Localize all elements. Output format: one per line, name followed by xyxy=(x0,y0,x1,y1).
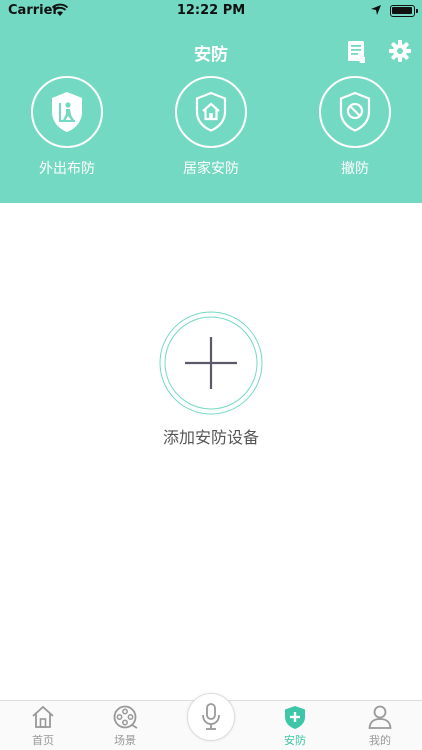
tab-security-label: 安防 xyxy=(284,734,306,747)
tab-scene-label: 场景 xyxy=(114,734,136,747)
mode-disarm-label: 撤防 xyxy=(341,161,369,177)
shield-home-icon xyxy=(195,91,227,132)
mode-disarm-circle[interactable] xyxy=(319,76,391,148)
mode-disarm[interactable]: 撤防 xyxy=(315,76,395,178)
log-document-icon[interactable] xyxy=(346,40,368,64)
tab-home-label: 首页 xyxy=(32,734,54,747)
mode-home-circle[interactable] xyxy=(175,76,247,148)
header: Carrier 12:22 PM 安防 外出布防 居家安防 撤防 xyxy=(0,0,422,203)
tab-mine[interactable]: 我的 xyxy=(345,704,415,748)
voice-button[interactable] xyxy=(187,693,235,741)
shield-person-icon xyxy=(52,92,82,132)
tab-security[interactable]: 安防 xyxy=(260,704,330,748)
microphone-icon xyxy=(202,703,220,730)
settings-gear-icon[interactable] xyxy=(388,39,412,63)
add-device-label: 添加安防设备 xyxy=(162,428,259,447)
user-icon xyxy=(368,705,392,729)
mode-away-circle[interactable] xyxy=(31,76,103,148)
mode-home-security[interactable]: 居家安防 xyxy=(171,76,251,178)
battery-icon xyxy=(390,5,418,17)
mode-home-label: 居家安防 xyxy=(183,161,239,177)
tab-home[interactable]: 首页 xyxy=(8,704,78,748)
status-bar: Carrier 12:22 PM xyxy=(0,0,422,22)
shield-plus-icon xyxy=(285,706,305,729)
tab-mine-label: 我的 xyxy=(369,734,391,747)
add-device-button[interactable] xyxy=(158,310,264,416)
status-time: 12:22 PM xyxy=(176,3,246,18)
mode-away-arm[interactable]: 外出布防 xyxy=(27,76,107,178)
home-icon xyxy=(32,705,54,728)
mode-away-label: 外出布防 xyxy=(39,161,95,177)
shield-disarm-icon xyxy=(339,91,371,132)
location-arrow-icon xyxy=(371,5,381,15)
tab-scene[interactable]: 场景 xyxy=(90,704,160,748)
film-reel-icon xyxy=(113,705,138,729)
